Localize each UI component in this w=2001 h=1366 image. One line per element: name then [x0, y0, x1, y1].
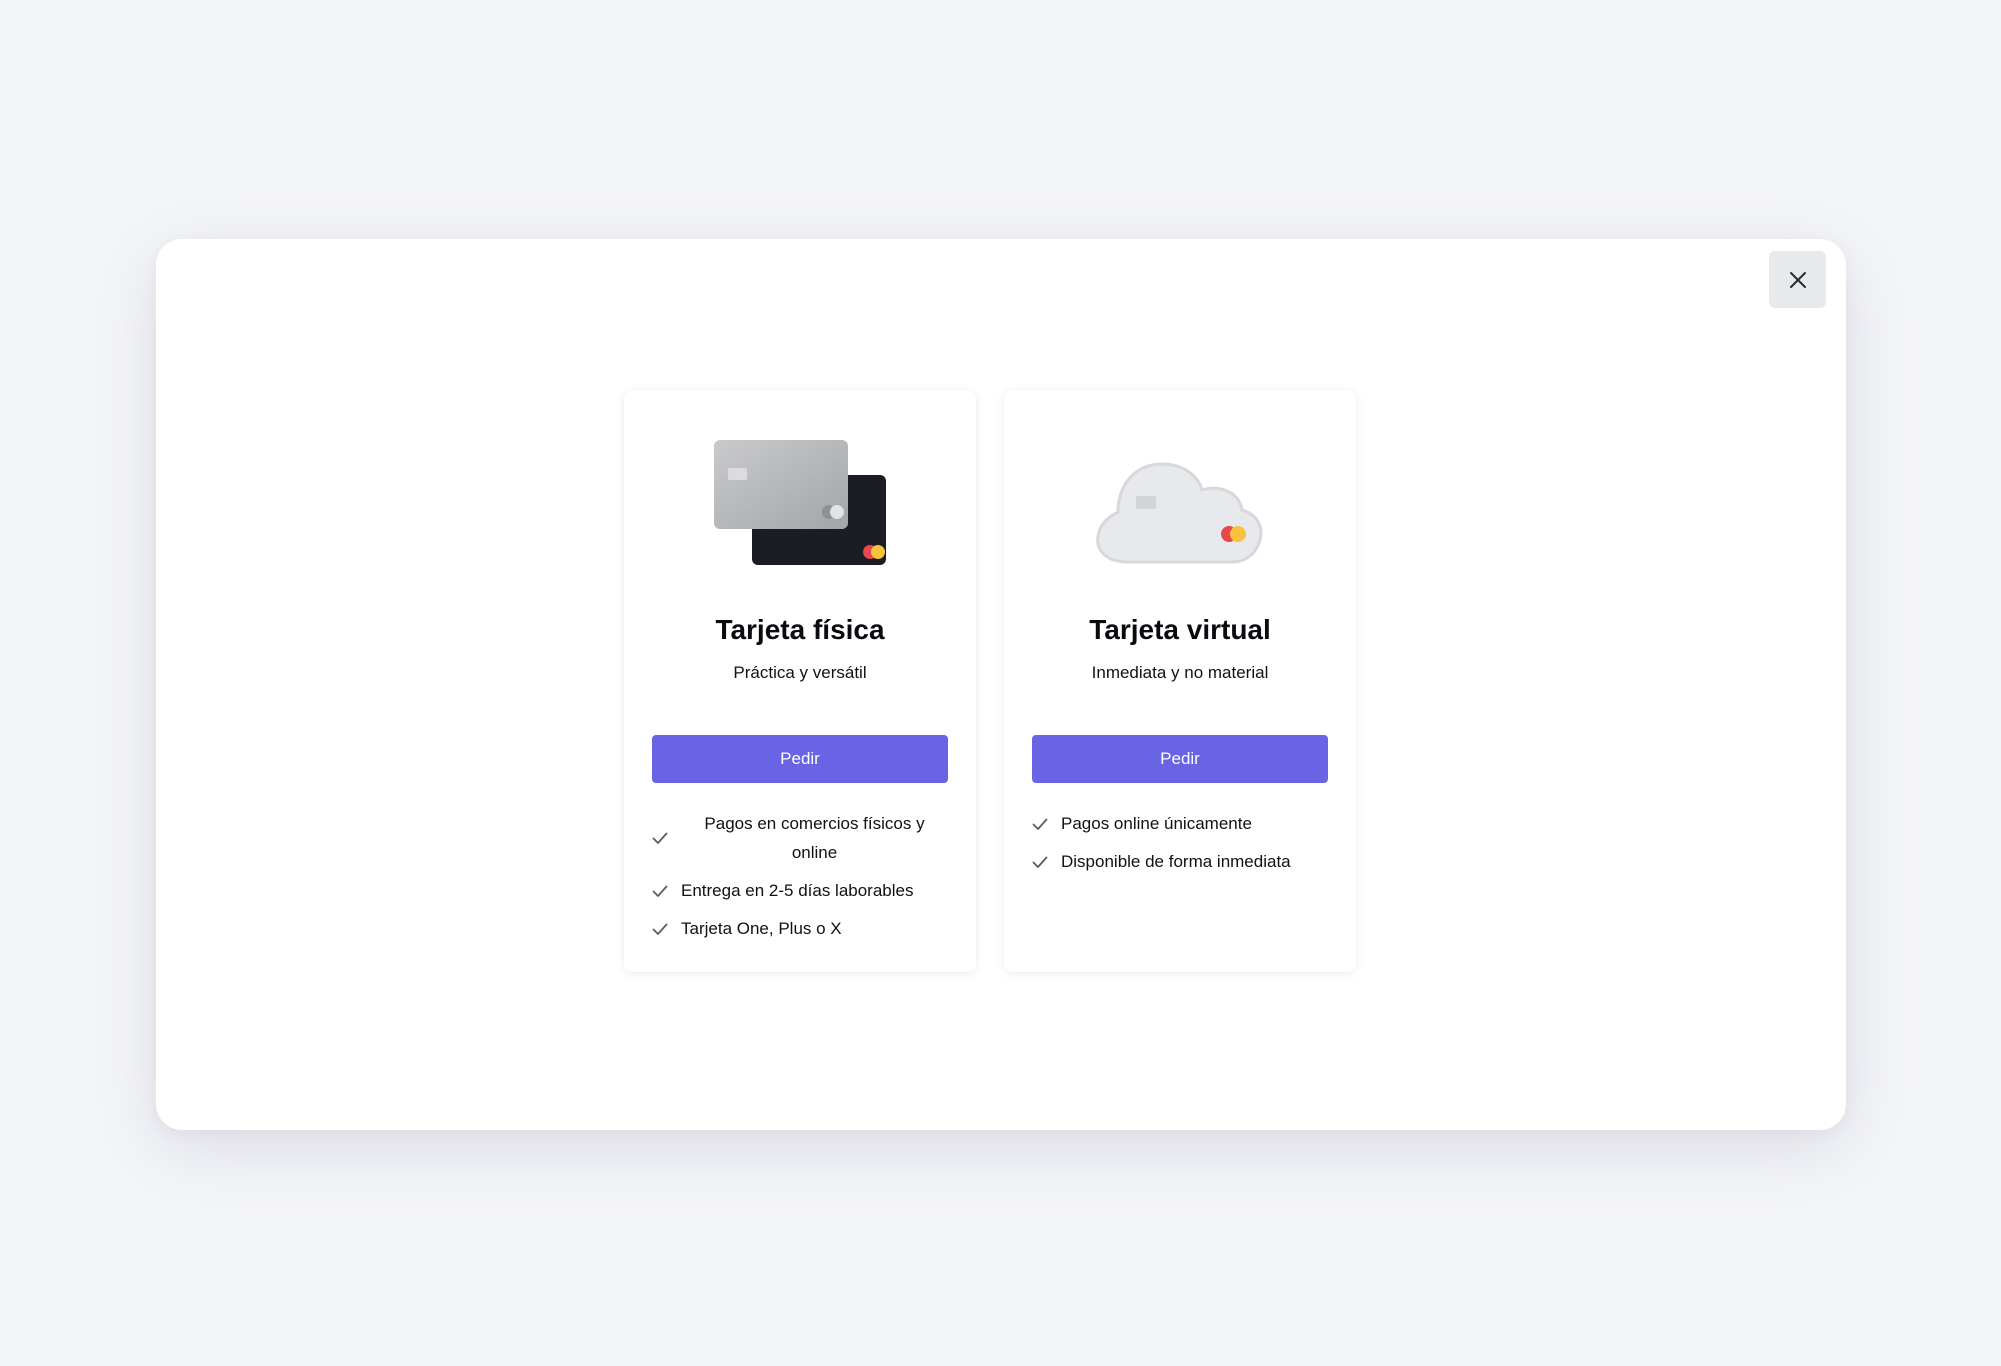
feature-text: Tarjeta One, Plus o X — [681, 919, 842, 938]
feature-list: Pagos en comercios físicos y online Entr… — [652, 809, 948, 952]
list-item: Pagos en comercios físicos y online — [652, 809, 948, 867]
list-item: Tarjeta One, Plus o X — [652, 914, 948, 943]
list-item: Pagos online únicamente — [1032, 809, 1328, 838]
close-button[interactable] — [1769, 251, 1826, 308]
card-type-modal: Tarjeta física Práctica y versátil Pedir… — [156, 239, 1846, 1130]
check-icon — [652, 923, 668, 935]
close-icon — [1789, 271, 1806, 288]
order-physical-card-button[interactable]: Pedir — [652, 735, 948, 783]
virtual-card-option: Tarjeta virtual Inmediata y no material … — [1004, 390, 1356, 972]
cloud-card-illustration — [1096, 462, 1263, 564]
check-icon — [1032, 856, 1048, 868]
check-icon — [652, 832, 668, 844]
card-title: Tarjeta virtual — [1089, 614, 1271, 645]
check-icon — [1032, 818, 1048, 830]
feature-list: Pagos online únicamente Disponible de fo… — [1032, 809, 1328, 885]
feature-text: Entrega en 2-5 días laborables — [681, 881, 914, 900]
feature-text: Pagos en comercios físicos y online — [704, 814, 925, 862]
card-title: Tarjeta física — [715, 614, 885, 645]
order-virtual-card-button[interactable]: Pedir — [1032, 735, 1328, 783]
card-subtitle: Práctica y versátil — [733, 663, 867, 682]
feature-text: Disponible de forma inmediata — [1061, 852, 1291, 871]
list-item: Disponible de forma inmediata — [1032, 847, 1328, 876]
physical-card-option: Tarjeta física Práctica y versátil Pedir… — [624, 390, 976, 972]
check-icon — [652, 885, 668, 897]
feature-text: Pagos online únicamente — [1061, 814, 1252, 833]
list-item: Entrega en 2-5 días laborables — [652, 876, 948, 905]
card-subtitle: Inmediata y no material — [1091, 663, 1269, 682]
stacked-cards-illustration — [714, 440, 886, 565]
